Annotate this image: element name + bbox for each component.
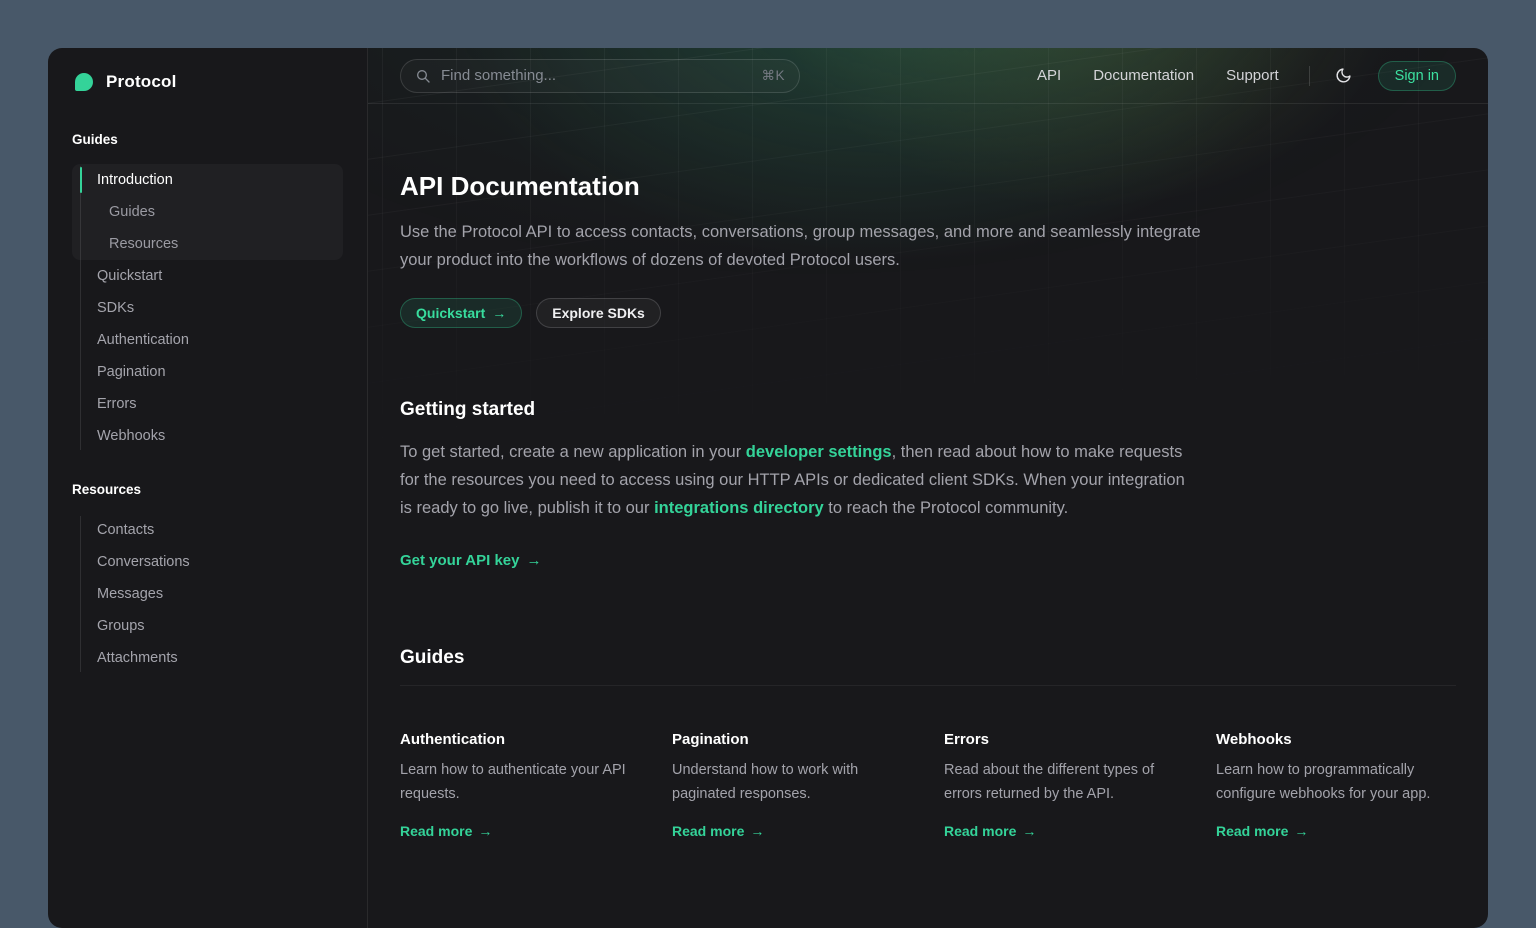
main-content: API Documentation Use the Protocol API t… [368, 104, 1488, 901]
page-title: API Documentation [400, 170, 1456, 202]
guides-section: Guides Authentication Learn how to authe… [400, 646, 1456, 841]
top-header: Find something... ⌘K API Documentation S… [368, 48, 1488, 104]
protocol-logo-icon [72, 70, 96, 94]
get-api-key-label: Get your API key [400, 552, 520, 569]
read-more-link-webhooks[interactable]: Read more → [1216, 823, 1308, 839]
getting-started-body: To get started, create a new application… [400, 438, 1200, 522]
page-intro: Use the Protocol API to access contacts,… [400, 218, 1235, 274]
theme-toggle-button[interactable] [1332, 64, 1356, 88]
arrow-right-icon: → [1022, 823, 1036, 839]
sidebar-nav-guides: Introduction Guides Resources Quickstart… [72, 164, 343, 452]
card-title: Webhooks [1216, 731, 1456, 748]
gs-text-1: To get started, create a new application… [400, 443, 746, 461]
read-more-label: Read more [672, 823, 744, 839]
sidebar-nav-resources: Contacts Conversations Messages Groups A… [72, 514, 343, 674]
gs-text-3: to reach the Protocol community. [824, 499, 1069, 517]
card-description: Learn how to programmatically configure … [1216, 758, 1456, 806]
moon-icon [1335, 67, 1352, 84]
read-more-link-authentication[interactable]: Read more → [400, 823, 492, 839]
card-title: Errors [944, 731, 1184, 748]
read-more-link-errors[interactable]: Read more → [944, 823, 1036, 839]
sidebar-section-title-guides: Guides [72, 132, 343, 148]
nav-link-api[interactable]: API [1037, 67, 1061, 84]
sidebar-item-pagination[interactable]: Pagination [72, 356, 343, 388]
quickstart-button-label: Quickstart [416, 305, 485, 321]
arrow-right-icon: → [478, 823, 492, 839]
sidebar-item-errors[interactable]: Errors [72, 388, 343, 420]
sign-in-button[interactable]: Sign in [1378, 61, 1456, 91]
read-more-label: Read more [400, 823, 472, 839]
get-api-key-link[interactable]: Get your API key → [400, 552, 542, 569]
section-divider [400, 685, 1456, 686]
arrow-right-icon: → [750, 823, 764, 839]
card-description: Learn how to authenticate your API reque… [400, 758, 640, 806]
header-divider [1309, 66, 1310, 86]
sidebar-item-sdks[interactable]: SDKs [72, 292, 343, 324]
guide-cards: Authentication Learn how to authenticate… [400, 731, 1456, 841]
brand-logo[interactable]: Protocol [72, 68, 343, 96]
sidebar-item-quickstart[interactable]: Quickstart [72, 260, 343, 292]
arrow-right-icon: → [492, 305, 506, 321]
sidebar: Protocol Guides Introduction Guides Reso… [48, 48, 368, 928]
card-title: Authentication [400, 731, 640, 748]
sidebar-item-introduction-guides[interactable]: Guides [72, 196, 343, 228]
integrations-directory-link[interactable]: integrations directory [654, 499, 824, 517]
hero-actions: Quickstart → Explore SDKs [400, 298, 1456, 328]
sidebar-item-authentication[interactable]: Authentication [72, 324, 343, 356]
arrow-right-icon: → [1294, 823, 1308, 839]
sidebar-item-introduction[interactable]: Introduction [72, 164, 343, 196]
guide-card-pagination: Pagination Understand how to work with p… [672, 731, 912, 841]
read-more-link-pagination[interactable]: Read more → [672, 823, 764, 839]
developer-settings-link[interactable]: developer settings [746, 443, 892, 461]
sidebar-item-contacts[interactable]: Contacts [72, 514, 343, 546]
main-panel: Find something... ⌘K API Documentation S… [368, 48, 1488, 928]
search-shortcut-hint: ⌘K [761, 68, 785, 84]
read-more-label: Read more [1216, 823, 1288, 839]
guide-card-errors: Errors Read about the different types of… [944, 731, 1184, 841]
sidebar-item-conversations[interactable]: Conversations [72, 546, 343, 578]
guide-card-webhooks: Webhooks Learn how to programmatically c… [1216, 731, 1456, 841]
card-description: Read about the different types of errors… [944, 758, 1184, 806]
getting-started-section: Getting started To get started, create a… [400, 398, 1456, 570]
nav-link-documentation[interactable]: Documentation [1093, 67, 1194, 84]
sidebar-item-introduction-resources[interactable]: Resources [72, 228, 343, 260]
search-input[interactable]: Find something... ⌘K [400, 59, 800, 93]
getting-started-heading: Getting started [400, 398, 1456, 422]
arrow-right-icon: → [527, 552, 542, 569]
quickstart-button[interactable]: Quickstart → [400, 298, 522, 328]
explore-sdks-button-label: Explore SDKs [552, 305, 645, 321]
read-more-label: Read more [944, 823, 1016, 839]
sidebar-section-title-resources: Resources [72, 482, 343, 498]
brand-name: Protocol [106, 72, 177, 92]
search-icon [415, 68, 431, 84]
sidebar-item-messages[interactable]: Messages [72, 578, 343, 610]
sidebar-item-groups[interactable]: Groups [72, 610, 343, 642]
card-title: Pagination [672, 731, 912, 748]
header-nav: API Documentation Support Sign in [1037, 61, 1456, 91]
guides-heading: Guides [400, 646, 1456, 670]
nav-link-support[interactable]: Support [1226, 67, 1279, 84]
card-description: Understand how to work with paginated re… [672, 758, 912, 806]
explore-sdks-button[interactable]: Explore SDKs [536, 298, 661, 328]
guide-card-authentication: Authentication Learn how to authenticate… [400, 731, 640, 841]
search-placeholder: Find something... [441, 67, 556, 84]
sidebar-item-attachments[interactable]: Attachments [72, 642, 343, 674]
sidebar-item-webhooks[interactable]: Webhooks [72, 420, 343, 452]
sidebar-active-indicator [80, 167, 82, 193]
app-window: Protocol Guides Introduction Guides Reso… [48, 48, 1488, 928]
